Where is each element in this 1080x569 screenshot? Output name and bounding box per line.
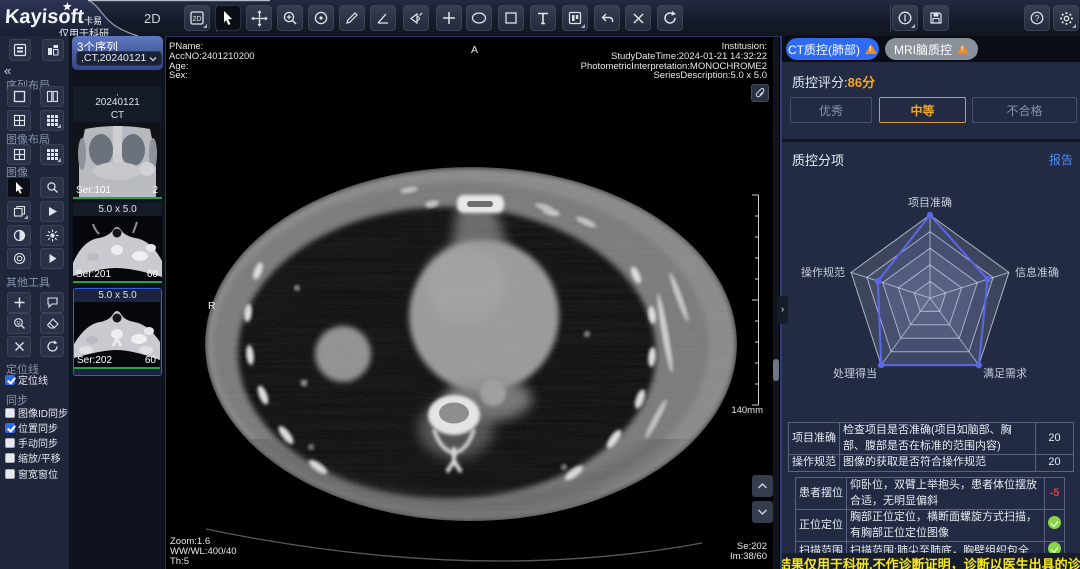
svg-text:项目准确: 项目准确 xyxy=(908,196,952,209)
svg-text:?: ? xyxy=(1035,13,1040,23)
svg-text:处理得当: 处理得当 xyxy=(833,366,877,380)
svg-text:信息准确: 信息准确 xyxy=(1015,265,1059,279)
svg-text:满足需求: 满足需求 xyxy=(983,367,1027,380)
svg-text:操作规范: 操作规范 xyxy=(801,265,845,279)
svg-text:2D: 2D xyxy=(193,16,202,23)
